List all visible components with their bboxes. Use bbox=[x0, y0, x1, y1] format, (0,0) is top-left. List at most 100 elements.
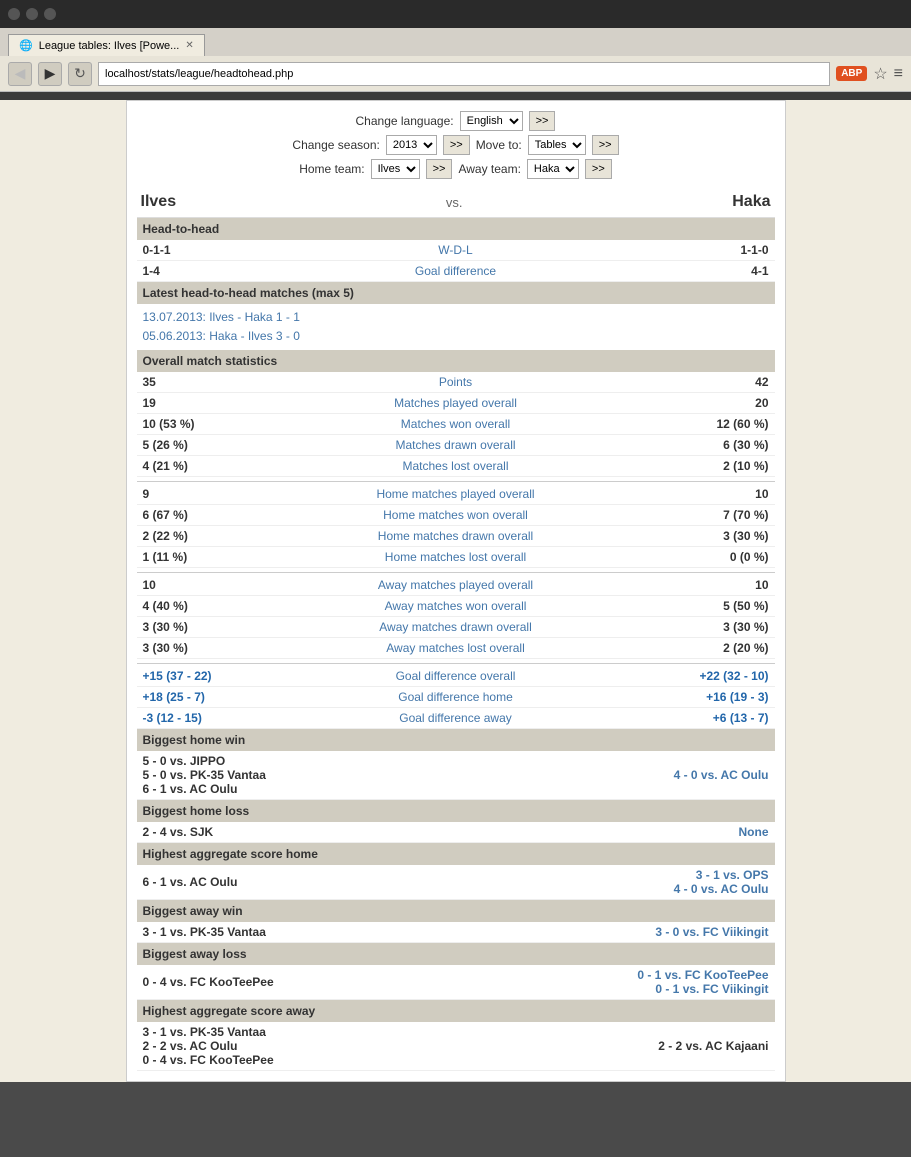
stat-right: +22 (32 - 10) bbox=[649, 669, 769, 683]
away-biggest-away-win: 3 - 0 vs. FC Viikingit bbox=[649, 925, 769, 939]
highest-aggregate-away-header: Highest aggregate score away bbox=[137, 1000, 775, 1022]
title-bar bbox=[0, 0, 911, 28]
stat-center: Points bbox=[263, 375, 649, 389]
stat-right: 2 (20 %) bbox=[649, 641, 769, 655]
stat-center: Home matches drawn overall bbox=[263, 529, 649, 543]
away-team-label: Away team: bbox=[458, 162, 520, 176]
stat-left: 6 (67 %) bbox=[143, 508, 263, 522]
controls-section: Change language: English >> Change seaso… bbox=[137, 111, 775, 179]
url-bar[interactable] bbox=[98, 62, 830, 86]
table-row: 10 Away matches played overall 10 bbox=[137, 572, 775, 596]
stat-right: 0 (0 %) bbox=[649, 550, 769, 564]
biggest-home-win-row: 5 - 0 vs. JIPPO 5 - 0 vs. PK-35 Vantaa 6… bbox=[137, 751, 775, 800]
home-biggest-loss: 2 - 4 vs. SJK bbox=[143, 825, 263, 839]
stat-left: 10 bbox=[143, 578, 263, 592]
away-biggest-loss: None bbox=[649, 825, 769, 839]
home-goal-diff: 1-4 bbox=[143, 264, 263, 278]
match-link-1[interactable]: 13.07.2013: Ilves - Haka 1 - 1 bbox=[143, 308, 769, 327]
away-team-select[interactable]: Haka bbox=[527, 159, 579, 179]
language-select[interactable]: English bbox=[460, 111, 523, 131]
overall-stats-header: Overall match statistics bbox=[137, 350, 775, 372]
stat-right: +16 (19 - 3) bbox=[649, 690, 769, 704]
menu-button[interactable]: ≡ bbox=[894, 65, 903, 83]
table-row: 10 (53 %) Matches won overall 12 (60 %) bbox=[137, 414, 775, 435]
table-row: 35 Points 42 bbox=[137, 372, 775, 393]
home-biggest-win: 5 - 0 vs. JIPPO 5 - 0 vs. PK-35 Vantaa 6… bbox=[143, 754, 266, 796]
home-biggest-away-win: 3 - 1 vs. PK-35 Vantaa bbox=[143, 925, 266, 939]
latest-matches-section: 13.07.2013: Ilves - Haka 1 - 1 05.06.201… bbox=[137, 304, 775, 350]
stat-left: +15 (37 - 22) bbox=[143, 669, 263, 683]
stat-left: 35 bbox=[143, 375, 263, 389]
goal-diff-row: 1-4 Goal difference 4-1 bbox=[137, 261, 775, 282]
move-to-select[interactable]: Tables bbox=[528, 135, 586, 155]
table-row: 1 (11 %) Home matches lost overall 0 (0 … bbox=[137, 547, 775, 568]
tab-close-btn[interactable]: ✕ bbox=[185, 40, 193, 51]
teams-row: Home team: Ilves >> Away team: Haka >> bbox=[137, 159, 775, 179]
change-language-label: Change language: bbox=[356, 114, 454, 128]
language-go-btn[interactable]: >> bbox=[529, 111, 556, 131]
stat-right: +6 (13 - 7) bbox=[649, 711, 769, 725]
stat-left: +18 (25 - 7) bbox=[143, 690, 263, 704]
close-btn[interactable] bbox=[8, 8, 20, 20]
tab-title: League tables: Ilves [Powe... bbox=[39, 40, 180, 52]
minimize-btn[interactable] bbox=[26, 8, 38, 20]
wdl-label: W-D-L bbox=[263, 243, 649, 257]
stat-left: 4 (21 %) bbox=[143, 459, 263, 473]
home-team-go-btn[interactable]: >> bbox=[426, 159, 453, 179]
tab-bar: 🌐 League tables: Ilves [Powe... ✕ bbox=[0, 28, 911, 56]
biggest-home-win-header: Biggest home win bbox=[137, 729, 775, 751]
maximize-btn[interactable] bbox=[44, 8, 56, 20]
table-row: +15 (37 - 22) Goal difference overall +2… bbox=[137, 663, 775, 687]
wdl-row: 0-1-1 W-D-L 1-1-0 bbox=[137, 240, 775, 261]
table-row: +18 (25 - 7) Goal difference home +16 (1… bbox=[137, 687, 775, 708]
stat-right: 12 (60 %) bbox=[649, 417, 769, 431]
stat-right: 10 bbox=[649, 487, 769, 501]
home-aggregate-away: 3 - 1 vs. PK-35 Vantaa 2 - 2 vs. AC Oulu… bbox=[143, 1025, 274, 1067]
match-link-2[interactable]: 05.06.2013: Haka - Ilves 3 - 0 bbox=[143, 327, 769, 346]
biggest-away-win-row: 3 - 1 vs. PK-35 Vantaa 3 - 0 vs. FC Viik… bbox=[137, 922, 775, 943]
stat-left: 2 (22 %) bbox=[143, 529, 263, 543]
home-aggregate-home: 6 - 1 vs. AC Oulu bbox=[143, 875, 263, 889]
stat-center: Away matches played overall bbox=[263, 578, 649, 592]
home-team-label: Home team: bbox=[299, 162, 364, 176]
away-goal-diff: 4-1 bbox=[649, 264, 769, 278]
away-aggregate-home: 3 - 1 vs. OPS 4 - 0 vs. AC Oulu bbox=[649, 868, 769, 896]
away-biggest-away-loss: 0 - 1 vs. FC KooTeePee 0 - 1 vs. FC Viik… bbox=[637, 968, 768, 996]
table-row: 9 Home matches played overall 10 bbox=[137, 481, 775, 505]
reload-button[interactable]: ↻ bbox=[68, 62, 92, 86]
home-team-select[interactable]: Ilves bbox=[371, 159, 420, 179]
goal-diff-label: Goal difference bbox=[263, 264, 649, 278]
stat-right: 42 bbox=[649, 375, 769, 389]
adblock-button[interactable]: ABP bbox=[836, 66, 867, 81]
vs-text: vs. bbox=[446, 195, 463, 210]
forward-button[interactable]: ▶ bbox=[38, 62, 62, 86]
back-button[interactable]: ◀ bbox=[8, 62, 32, 86]
away-stats-rows: 10 Away matches played overall 10 4 (40 … bbox=[137, 572, 775, 659]
stat-right: 6 (30 %) bbox=[649, 438, 769, 452]
home-team-name: Ilves bbox=[141, 193, 177, 211]
away-team-go-btn[interactable]: >> bbox=[585, 159, 612, 179]
stat-center: Goal difference away bbox=[263, 711, 649, 725]
bookmark-button[interactable]: ☆ bbox=[873, 64, 887, 84]
season-go-btn[interactable]: >> bbox=[443, 135, 470, 155]
move-to-go-btn[interactable]: >> bbox=[592, 135, 619, 155]
browser-frame: 🌐 League tables: Ilves [Powe... ✕ ◀ ▶ ↻ … bbox=[0, 0, 911, 1082]
home-stats-rows: 9 Home matches played overall 10 6 (67 %… bbox=[137, 481, 775, 568]
stat-center: Away matches drawn overall bbox=[263, 620, 649, 634]
stat-center: Matches drawn overall bbox=[263, 438, 649, 452]
stat-center: Goal difference home bbox=[263, 690, 649, 704]
stat-right: 20 bbox=[649, 396, 769, 410]
stat-left: -3 (12 - 15) bbox=[143, 711, 263, 725]
stat-center: Home matches played overall bbox=[263, 487, 649, 501]
highest-aggregate-away-row: 3 - 1 vs. PK-35 Vantaa 2 - 2 vs. AC Oulu… bbox=[137, 1022, 775, 1071]
season-select[interactable]: 2013 bbox=[386, 135, 437, 155]
highest-aggregate-home-header: Highest aggregate score home bbox=[137, 843, 775, 865]
stat-left: 5 (26 %) bbox=[143, 438, 263, 452]
active-tab[interactable]: 🌐 League tables: Ilves [Powe... ✕ bbox=[8, 34, 205, 56]
biggest-away-win-header: Biggest away win bbox=[137, 900, 775, 922]
overall-stats-rows: 35 Points 42 19 Matches played overall 2… bbox=[137, 372, 775, 477]
page-content: Change language: English >> Change seaso… bbox=[0, 100, 911, 1082]
tab-icon: 🌐 bbox=[19, 39, 33, 52]
away-team-name: Haka bbox=[732, 193, 770, 211]
stat-right: 5 (50 %) bbox=[649, 599, 769, 613]
